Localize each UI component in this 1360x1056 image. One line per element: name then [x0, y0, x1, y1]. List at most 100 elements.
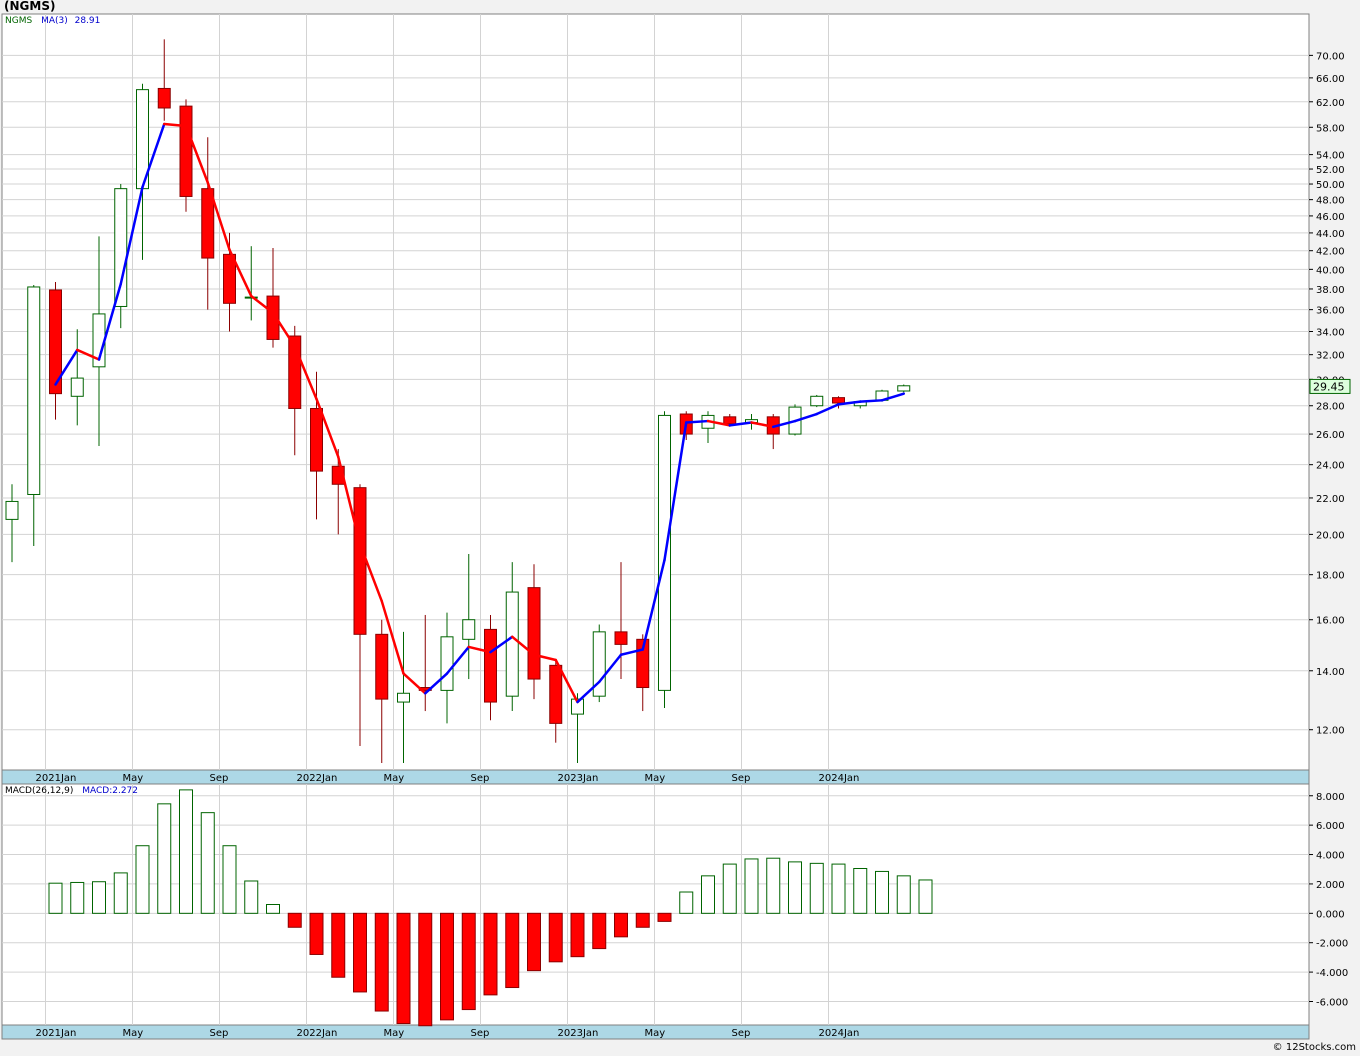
price-y-tick-label: 70.00 [1316, 51, 1345, 62]
macd-bar [483, 912, 498, 996]
candle-body [810, 395, 824, 407]
macd-bar [48, 882, 63, 914]
macd-bar [461, 912, 476, 1011]
macd-bar [701, 875, 715, 914]
price-y-tick-label: 22.00 [1316, 494, 1345, 505]
macd-x-tick-label: Sep [210, 1028, 229, 1039]
macd-bar [157, 803, 172, 914]
price-y-tick-label: 36.00 [1316, 306, 1345, 317]
macd-y-tick-label: 6.000 [1316, 821, 1345, 832]
price-y-tick-label: 66.00 [1316, 74, 1345, 85]
legend-ma-value: 28.91 [74, 16, 101, 26]
legend-symbol: NGMS [5, 16, 33, 26]
candle-body [397, 692, 410, 703]
macd-bar [875, 870, 889, 914]
macd-legend: MACD(26,12,9) MACD:2.272 [5, 786, 138, 796]
macd-bar [331, 912, 346, 978]
macd-bar [918, 879, 933, 914]
ma-line-segment [859, 399, 884, 403]
price-y-tick-label: 52.00 [1316, 165, 1345, 176]
candle-body [832, 397, 845, 404]
price-y-tick-label: 28.00 [1316, 402, 1345, 413]
macd-bar [657, 912, 672, 922]
candle-body [70, 377, 84, 397]
candle-body [5, 500, 19, 520]
macd-x-tick-label: May [645, 1028, 666, 1039]
candle-body [353, 487, 367, 635]
candle-body [440, 636, 454, 691]
candle-body [549, 664, 563, 724]
legend-ma-label: MA(3) [41, 16, 68, 26]
price-y-tick-label: 32.00 [1316, 351, 1345, 362]
macd-bar [418, 912, 433, 1027]
candle-body [505, 591, 519, 697]
macd-bar [788, 861, 802, 914]
price-y-tick-label: 38.00 [1316, 285, 1345, 296]
price-y-tick-label: 12.00 [1316, 726, 1345, 737]
macd-bar [527, 912, 541, 972]
macd-bar [92, 881, 106, 914]
price-y-tick-label: 40.00 [1316, 265, 1345, 276]
macd-x-tick-label: Sep [471, 1028, 490, 1039]
price-y-tick-label: 58.00 [1316, 123, 1345, 134]
price-y-tick-label: 42.00 [1316, 247, 1345, 258]
price-y-tick-label: 18.00 [1316, 571, 1345, 582]
ma-line-segment [685, 419, 710, 424]
macd-bar [614, 912, 628, 938]
macd-x-tick-label: May [384, 1028, 405, 1039]
price-x-tick-label: 2024Jan [819, 773, 860, 784]
macd-bar [374, 912, 389, 1012]
price-y-tick-label: 44.00 [1316, 229, 1345, 240]
price-x-tick-label: 2022Jan [297, 773, 338, 784]
macd-y-tick-label: -4.000 [1316, 968, 1348, 979]
macd-bar [679, 891, 694, 914]
macd-x-tick-label: May [123, 1028, 144, 1039]
candle-body [114, 188, 128, 307]
macd-bar [396, 912, 411, 1025]
copyright-footer: © 12Stocks.com [1272, 1042, 1356, 1053]
macd-bar [592, 912, 607, 950]
price-y-tick-label: 24.00 [1316, 461, 1345, 472]
macd-bar [831, 863, 846, 914]
macd-legend-value: MACD:2.272 [82, 786, 139, 796]
macd-bar [266, 904, 280, 914]
macd-bar [287, 912, 302, 928]
last-price-label: 29.45 [1313, 380, 1345, 393]
chart-title: (NGMS) [4, 0, 56, 13]
price-y-tick-label: 26.00 [1316, 430, 1345, 441]
price-y-tick-label: 16.00 [1316, 616, 1345, 627]
price-y-tick-label: 50.00 [1316, 180, 1345, 191]
macd-legend-label: MACD(26,12,9) [5, 786, 74, 796]
price-legend: NGMS MA(3) 28.91 [5, 16, 100, 26]
candle-body [723, 416, 737, 425]
candle-body [462, 619, 476, 640]
price-x-tick-label: Sep [210, 773, 229, 784]
macd-bar [135, 845, 150, 914]
macd-bar [309, 912, 324, 955]
macd-bar [353, 912, 367, 993]
macd-bar [440, 912, 454, 1021]
macd-x-tick-label: 2024Jan [819, 1028, 860, 1039]
macd-y-tick-label: 2.000 [1316, 880, 1345, 891]
price-x-tick-label: Sep [732, 773, 751, 784]
macd-bar [766, 857, 781, 914]
chart-stage: 70.00 66.00 62.00 58.00 54.00 52.00 50.00 48.00… [0, 0, 1360, 1056]
candle-body [310, 407, 323, 472]
candle-body [375, 633, 389, 700]
price-x-tick-label: May [123, 773, 144, 784]
price-x-tick-label: 2021Jan [36, 773, 77, 784]
candle-body [897, 385, 911, 392]
price-y-tick-label: 48.00 [1316, 196, 1345, 207]
candle-body [527, 587, 541, 680]
stock-chart: 70.00 66.00 62.00 58.00 54.00 52.00 50.00 48.00… [1, 13, 1351, 1040]
price-x-tick-label: May [384, 773, 405, 784]
price-y-tick-label: 62.00 [1316, 98, 1345, 109]
price-y-tick-label: 54.00 [1316, 151, 1345, 162]
macd-bar [244, 880, 259, 914]
macd-x-tick-label: 2023Jan [558, 1028, 599, 1039]
candle-body [484, 628, 497, 703]
macd-y-tick-label: 8.000 [1316, 792, 1345, 803]
macd-x-tick-label: 2022Jan [297, 1028, 338, 1039]
price-y-tick-label: 46.00 [1316, 212, 1345, 223]
macd-bar [505, 912, 520, 989]
